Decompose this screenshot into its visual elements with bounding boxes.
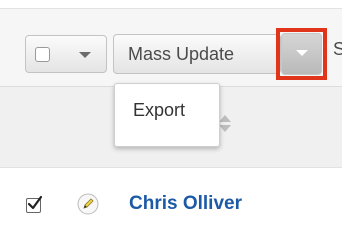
menu-item-export[interactable]: Export [133, 100, 185, 121]
list-toolbar: Mass Update S [0, 9, 342, 87]
select-all-dropdown[interactable] [25, 35, 107, 73]
actions-dropdown-menu: Export [114, 83, 220, 147]
chevron-down-icon[interactable] [79, 52, 91, 58]
mass-update-button[interactable]: Mass Update [113, 34, 281, 74]
select-all-checkbox[interactable] [35, 47, 50, 62]
row-checkbox[interactable] [26, 195, 43, 213]
chevron-down-icon [296, 50, 308, 56]
pencil-icon[interactable] [77, 193, 99, 215]
record-name-link[interactable]: Chris Olliver [129, 193, 242, 215]
sort-icon[interactable] [219, 113, 231, 135]
top-divider [0, 0, 342, 9]
actions-dropdown-toggle[interactable] [281, 33, 322, 75]
checkmark-icon [27, 195, 43, 210]
next-button-label[interactable]: S [333, 39, 342, 60]
